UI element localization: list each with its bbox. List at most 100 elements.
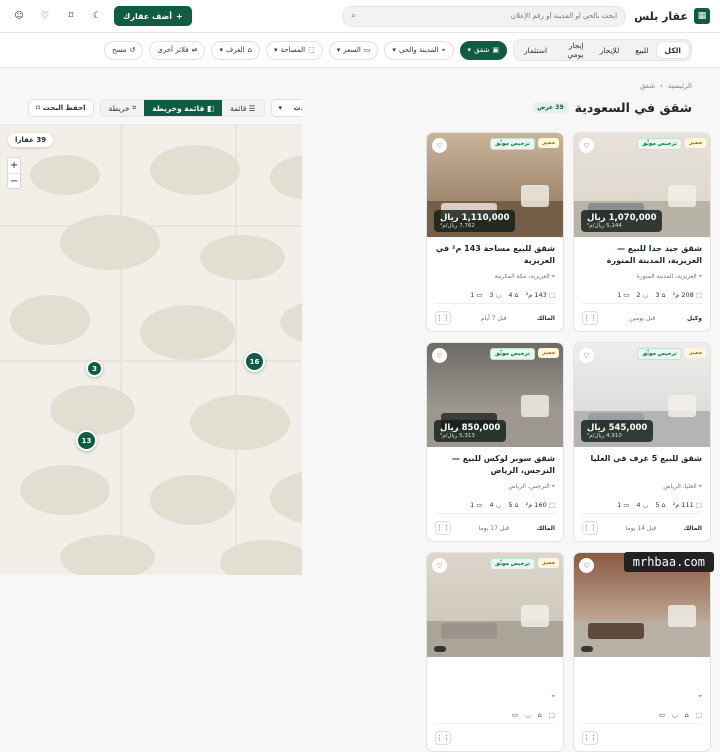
listing-card[interactable]: مميز ترخيص موثّق ♡ 1,110,000 ريال 7,762 … bbox=[426, 132, 564, 332]
filter-rooms[interactable]: ⌂ الغرف ▾ bbox=[211, 41, 260, 60]
bathrooms-spec: ◡ 3 bbox=[489, 291, 501, 299]
bookmark-icon: ⌑ bbox=[36, 104, 40, 112]
listing-photo[interactable]: مميز ترخيص موثّق ♡ 1,070,000 ريال 5,144 … bbox=[574, 133, 711, 237]
listing-photo[interactable]: مميز ترخيص موثّق ♡ 545,000 ريال 4,910 ري… bbox=[574, 343, 711, 447]
view-map[interactable]: خريطة ⌗ bbox=[101, 100, 145, 116]
price-tag bbox=[581, 646, 593, 652]
living-spec: ▭ bbox=[659, 711, 665, 719]
view-switcher: خريطة ⌗ قائمة وخريطة ◧ قائمة ☰ bbox=[100, 99, 265, 117]
listing-location: ⌖ العزيزية، مكة المكرمة bbox=[495, 273, 555, 281]
listing-age: قبل 14 يوما bbox=[626, 525, 657, 532]
view-list-map[interactable]: قائمة وخريطة ◧ bbox=[144, 100, 222, 116]
user-icon[interactable]: ☺ bbox=[10, 7, 28, 25]
more-options-icon[interactable]: ⋮⋮ bbox=[582, 731, 598, 745]
results-toolbar: ⌑ احفظ البحث خريطة ⌗ قائمة وخريطة ◧ قائم… bbox=[28, 99, 343, 117]
bedrooms-spec: ⌂ 5 bbox=[655, 501, 665, 509]
listing-card[interactable]: مميز ترخيص موثّق ♡ 850,000 ريال 5,313 ري… bbox=[426, 342, 564, 542]
filter-price[interactable]: ▭ السعر ▾ bbox=[329, 41, 379, 60]
favorites-heart-icon[interactable]: ♡ bbox=[36, 7, 54, 25]
bedrooms-spec: ⌂ bbox=[538, 711, 542, 719]
favorite-heart-icon[interactable]: ♡ bbox=[579, 348, 594, 363]
bathrooms-spec: ◡ bbox=[672, 711, 678, 719]
listing-type-tabs: الكل للبيع للإيجار إيجار يومي استثمار bbox=[513, 39, 692, 61]
filter-apartments[interactable]: ▣ شقق ▾ bbox=[460, 41, 507, 60]
breadcrumb-home[interactable]: الرئيسية bbox=[668, 82, 692, 90]
listing-title[interactable]: شقق سوبر لوكس للبيع — النرجس، الرياض bbox=[435, 453, 555, 477]
zoom-in-button[interactable]: + bbox=[8, 158, 20, 173]
listing-agent: وكيل bbox=[687, 315, 702, 322]
area-spec: ⬚ 208 م² bbox=[673, 291, 702, 299]
listing-photo[interactable]: مميز ترخيص موثّق ♡ 850,000 ريال 5,313 ري… bbox=[427, 343, 564, 447]
area-value: 111 م² bbox=[673, 501, 694, 509]
bathrooms-spec: ◡ bbox=[525, 711, 531, 719]
filter-city-district[interactable]: ⌖ المدينة والحي ▾ bbox=[384, 41, 453, 60]
listing-title[interactable]: شقق للبيع مساحة 143 م² في العزيزية bbox=[435, 243, 555, 267]
favorite-heart-icon[interactable]: ♡ bbox=[432, 138, 447, 153]
reset-icon: ↺ bbox=[130, 46, 136, 54]
logo-text: عقار بلس bbox=[634, 10, 688, 23]
listing-footer: المالك قبل 7 أيام ⋮⋮ bbox=[435, 303, 555, 325]
more-options-icon[interactable]: ⋮⋮ bbox=[582, 521, 598, 535]
clear-filters-button[interactable]: ↺ مسح bbox=[104, 41, 143, 60]
listing-card[interactable]: مميز ترخيص موثّق ♡ ⌖ ⬚ ⌂ ◡ ▭ ⋮⋮ bbox=[573, 552, 711, 752]
price-tag: 1,110,000 ريال 7,762 ريال/م² bbox=[434, 210, 515, 232]
bedrooms-spec: ⌂ 3 bbox=[655, 291, 665, 299]
bookmark-icon[interactable]: ⌑ bbox=[62, 7, 80, 25]
search-bar[interactable]: ⌕ bbox=[342, 6, 626, 27]
more-options-icon[interactable]: ⋮⋮ bbox=[435, 521, 451, 535]
filter-apartments-label: شقق bbox=[474, 46, 489, 54]
favorite-heart-icon[interactable]: ♡ bbox=[432, 348, 447, 363]
map-cluster[interactable]: 16 bbox=[244, 351, 265, 372]
clear-filters-label: مسح bbox=[112, 46, 127, 54]
tab-sale[interactable]: للبيع bbox=[627, 42, 656, 58]
price-tag bbox=[434, 646, 446, 652]
featured-badge: مميز bbox=[538, 558, 559, 568]
listing-card[interactable]: مميز ترخيص موثّق ♡ ⌖ ⬚ ⌂ ◡ ▭ ⋮⋮ bbox=[426, 552, 564, 752]
listing-card[interactable]: مميز ترخيص موثّق ♡ 1,070,000 ريال 5,144 … bbox=[573, 132, 711, 332]
listing-footer: ⋮⋮ bbox=[435, 723, 555, 745]
map-cluster[interactable]: 13 bbox=[76, 430, 97, 451]
more-options-icon[interactable]: ⋮⋮ bbox=[435, 731, 451, 745]
plus-icon: + bbox=[176, 12, 183, 21]
save-search-button[interactable]: ⌑ احفظ البحث bbox=[28, 99, 94, 117]
map-cluster[interactable]: 3 bbox=[86, 360, 103, 377]
listing-photo[interactable]: مميز ترخيص موثّق ♡ 1,110,000 ريال 7,762 … bbox=[427, 133, 564, 237]
search-input[interactable] bbox=[362, 12, 617, 20]
listing-photo[interactable]: مميز ترخيص موثّق ♡ bbox=[427, 553, 564, 657]
filter-more[interactable]: ⇌ فلاتر أخرى bbox=[149, 41, 205, 60]
zoom-out-button[interactable]: − bbox=[8, 173, 20, 188]
more-options-icon[interactable]: ⋮⋮ bbox=[435, 311, 451, 325]
filter-area[interactable]: ⬚ المساحة ▾ bbox=[266, 41, 323, 60]
bedrooms-value: 3 bbox=[655, 291, 659, 299]
more-options-icon[interactable]: ⋮⋮ bbox=[582, 311, 598, 325]
listing-age: قبل يومين bbox=[630, 315, 656, 322]
featured-badge: مميز bbox=[685, 348, 706, 358]
add-property-button[interactable]: + أضف عقارك bbox=[114, 6, 192, 26]
view-list[interactable]: قائمة ☰ bbox=[222, 100, 263, 116]
favorite-heart-icon[interactable]: ♡ bbox=[579, 558, 594, 573]
favorite-heart-icon[interactable]: ♡ bbox=[432, 558, 447, 573]
listing-footer: ⋮⋮ bbox=[582, 723, 702, 745]
licensed-badge: ترخيص موثّق bbox=[637, 348, 682, 360]
listing-title[interactable]: شقق جيد جدا للبيع — العزيزية، المدينة ال… bbox=[582, 243, 702, 267]
listing-specs: ⬚ ⌂ ◡ ▭ bbox=[582, 711, 702, 719]
price-per-meter: 4,910 ريال/م² bbox=[587, 433, 647, 439]
theme-toggle-icon[interactable]: ☾ bbox=[88, 7, 106, 25]
price-per-meter: 5,313 ريال/م² bbox=[440, 433, 500, 439]
chevron-down-icon: ▾ bbox=[468, 46, 472, 54]
tab-all[interactable]: الكل bbox=[657, 42, 689, 58]
licensed-badge: ترخيص موثّق bbox=[490, 558, 535, 570]
listing-card[interactable]: مميز ترخيص موثّق ♡ 545,000 ريال 4,910 ري… bbox=[573, 342, 711, 542]
tab-rent[interactable]: للإيجار bbox=[592, 42, 628, 58]
living-spec: ▭ 1 bbox=[470, 291, 482, 299]
listing-price: 1,070,000 ريال bbox=[587, 213, 656, 223]
listing-title[interactable]: شقق للبيع 5 غرف في العليا bbox=[582, 453, 702, 465]
bedrooms-value: 5 bbox=[655, 501, 659, 509]
filter-bar: الكل للبيع للإيجار إيجار يومي استثمار ▣ … bbox=[0, 33, 720, 68]
favorite-heart-icon[interactable]: ♡ bbox=[579, 138, 594, 153]
licensed-badge: ترخيص موثّق bbox=[490, 138, 535, 150]
breadcrumb-current: شقق bbox=[640, 82, 655, 90]
logo[interactable]: ▦ عقار بلس bbox=[634, 8, 710, 24]
tab-daily-rent[interactable]: إيجار يومي bbox=[555, 42, 592, 58]
tab-investment[interactable]: استثمار bbox=[516, 42, 555, 58]
